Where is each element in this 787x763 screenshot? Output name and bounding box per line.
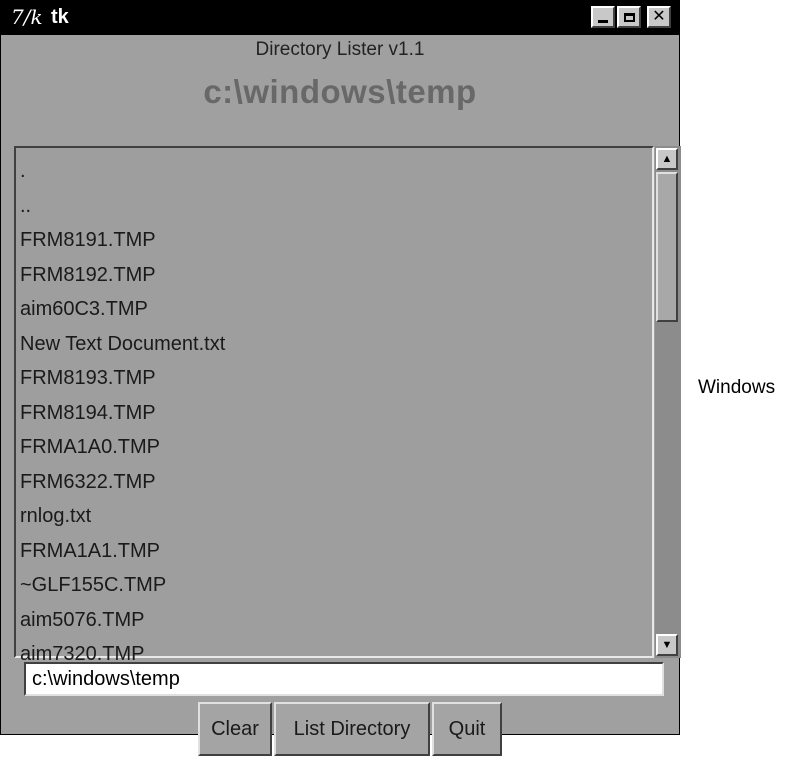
- close-button[interactable]: ✕: [647, 6, 671, 28]
- minimize-icon: [598, 19, 608, 23]
- scroll-down-button[interactable]: ▼: [656, 634, 678, 656]
- current-path-label: c:\windows\temp: [203, 73, 477, 110]
- list-item[interactable]: aim60C3.TMP: [20, 292, 225, 327]
- scroll-up-button[interactable]: ▲: [656, 148, 678, 170]
- list-item[interactable]: FRM6322.TMP: [20, 465, 225, 500]
- list-item[interactable]: FRMA1A1.TMP: [20, 534, 225, 569]
- title-bar[interactable]: 7/k tk ✕: [1, 1, 679, 35]
- list-item[interactable]: ..: [20, 189, 225, 224]
- directory-path-input[interactable]: [24, 662, 664, 696]
- platform-caption: Windows: [698, 377, 776, 398]
- quit-button[interactable]: Quit: [432, 702, 502, 756]
- minimize-button[interactable]: [591, 6, 615, 28]
- list-item[interactable]: .: [20, 154, 225, 189]
- list-item[interactable]: FRMA1A0.TMP: [20, 430, 225, 465]
- clear-button[interactable]: Clear: [198, 702, 272, 756]
- maximize-icon: [623, 12, 635, 22]
- window-title: tk: [51, 6, 69, 28]
- file-list: ... FRM8191.TMP FRM8192.TMP aim60C3.TMP New …: [20, 154, 225, 672]
- list-item[interactable]: FRM8193.TMP: [20, 361, 225, 396]
- tk-logo-icon: 7/k: [11, 5, 43, 29]
- list-item[interactable]: FRM8191.TMP: [20, 223, 225, 258]
- close-icon: ✕: [652, 8, 666, 25]
- arrow-up-icon: ▲: [661, 153, 673, 165]
- list-item[interactable]: rnlog.txt: [20, 499, 225, 534]
- list-item[interactable]: ~GLF155C.TMP: [20, 568, 225, 603]
- list-item[interactable]: FRM8192.TMP: [20, 258, 225, 293]
- list-item[interactable]: FRM8194.TMP: [20, 396, 225, 431]
- app-heading: Directory Lister v1.1: [255, 39, 425, 60]
- list-directory-button[interactable]: List Directory: [274, 702, 430, 756]
- scrollbar-thumb[interactable]: [656, 172, 678, 322]
- arrow-down-icon: ▼: [661, 639, 673, 651]
- list-item[interactable]: aim5076.TMP: [20, 603, 225, 638]
- vertical-scrollbar[interactable]: ▲ ▼: [655, 146, 681, 658]
- list-item[interactable]: New Text Document.txt: [20, 327, 225, 362]
- maximize-button[interactable]: [617, 6, 641, 28]
- directory-listbox[interactable]: ... FRM8191.TMP FRM8192.TMP aim60C3.TMP New …: [14, 146, 654, 665]
